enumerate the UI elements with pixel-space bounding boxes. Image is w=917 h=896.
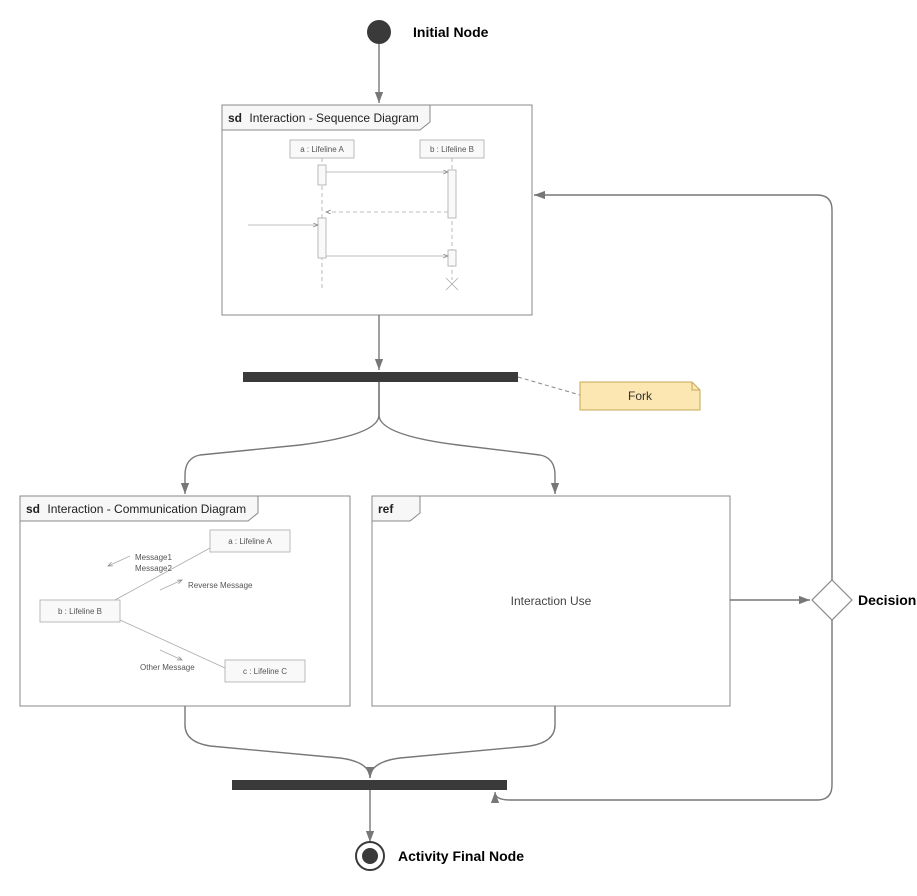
edge-fork-to-comm bbox=[185, 382, 379, 494]
edge-ref-to-join bbox=[370, 706, 555, 778]
comm-msg2: Message2 bbox=[135, 564, 172, 573]
svg-text:sd Interaction - Communi: sd Interaction - Communication Diagram bbox=[26, 502, 246, 516]
edge-fork-to-ref bbox=[379, 382, 555, 494]
comm-tag: sd bbox=[26, 502, 40, 516]
seq-tag: sd bbox=[228, 111, 242, 125]
fork-note-connector bbox=[518, 377, 580, 395]
comm-lifeline-b: b : Lifeline B bbox=[58, 607, 102, 616]
final-node-label: Activity Final Node bbox=[398, 848, 524, 864]
comm-other: Other Message bbox=[140, 663, 195, 672]
comm-reverse: Reverse Message bbox=[188, 581, 253, 590]
join-bar bbox=[232, 780, 507, 790]
activity-final-node: Activity Final Node bbox=[356, 842, 524, 870]
communication-diagram-frame: sd Interaction - Communication Diagram a… bbox=[20, 496, 350, 706]
interaction-use-frame: ref Interaction Use bbox=[372, 496, 730, 706]
fork-note: Fork bbox=[580, 382, 700, 410]
svg-text:sd Interaction - Sequenc: sd Interaction - Sequence Diagram bbox=[228, 111, 419, 125]
fork-bar bbox=[243, 372, 518, 382]
comm-title: Interaction - Communication Diagram bbox=[47, 502, 246, 516]
comm-lifeline-c: c : Lifeline C bbox=[243, 667, 287, 676]
interaction-use-label: Interaction Use bbox=[511, 594, 592, 608]
fork-note-text: Fork bbox=[628, 389, 653, 403]
sequence-diagram-frame: sd Interaction - Sequence Diagram a : Li… bbox=[222, 105, 532, 315]
decision-node: Decision bbox=[812, 580, 916, 620]
comm-lifeline-a: a : Lifeline A bbox=[228, 537, 272, 546]
seq-title: Interaction - Sequence Diagram bbox=[249, 111, 418, 125]
comm-msg1: Message1 bbox=[135, 553, 172, 562]
edge-comm-to-join bbox=[185, 706, 370, 778]
ref-tag: ref bbox=[378, 502, 394, 516]
decision-label: Decision bbox=[858, 592, 916, 608]
seq-lifeline-b: b : Lifeline B bbox=[430, 145, 474, 154]
initial-node-label: Initial Node bbox=[413, 24, 489, 40]
seq-lifeline-a: a : Lifeline A bbox=[300, 145, 344, 154]
initial-node: Initial Node bbox=[367, 20, 489, 44]
